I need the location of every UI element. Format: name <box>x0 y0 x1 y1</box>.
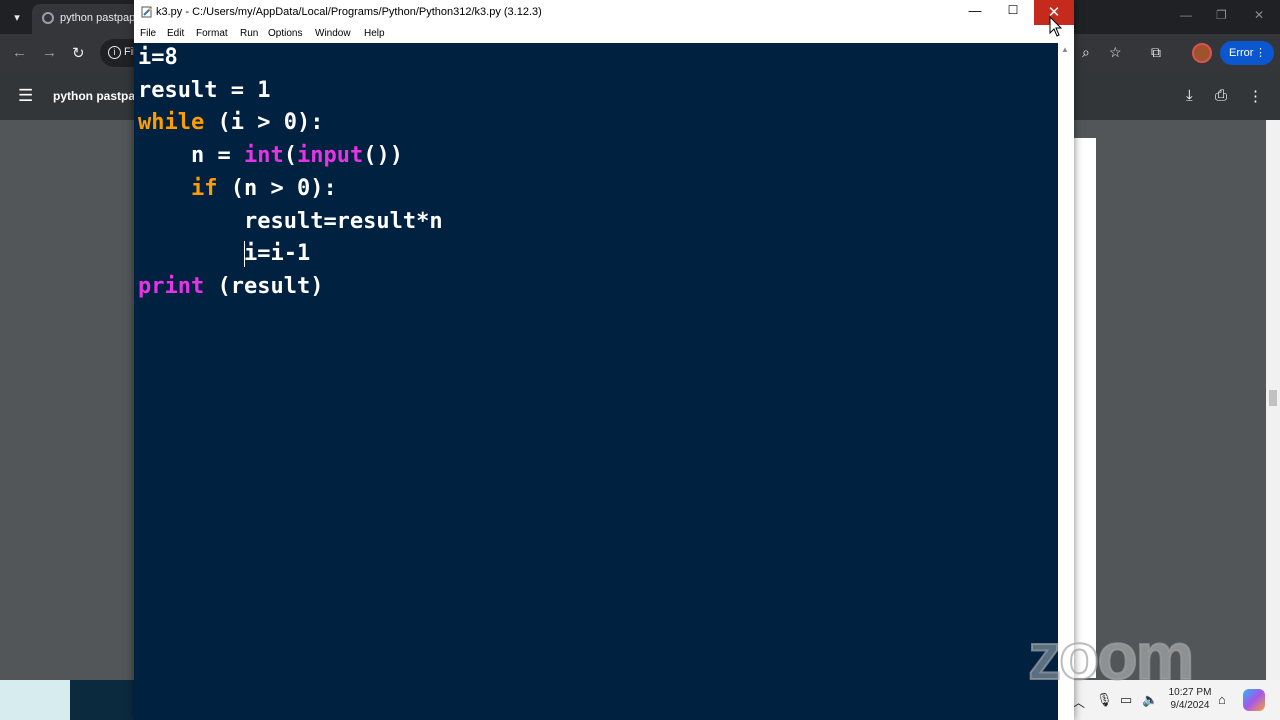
code-token: i=8 <box>138 45 178 70</box>
keyword-token: if <box>190 175 218 201</box>
idle-editor-window: k3.py - C:/Users/my/AppData/Local/Progra… <box>134 0 1074 720</box>
code-token: n = <box>190 143 244 169</box>
notification-icon[interactable]: ⌂ <box>1218 692 1226 707</box>
idle-menu-bar: File Edit Format Run Options Window Help <box>134 25 1074 43</box>
clock-date: 9/4/2024 <box>1170 700 1210 711</box>
menu-run[interactable]: Run <box>240 28 258 39</box>
code-token: i=i-1 <box>243 241 311 267</box>
minimize-icon[interactable]: — <box>960 3 990 23</box>
idle-title-bar[interactable]: k3.py - C:/Users/my/AppData/Local/Progra… <box>134 0 1074 25</box>
error-label: Error <box>1229 47 1254 59</box>
code-line[interactable]: while (i > 0): <box>138 108 323 138</box>
code-editor[interactable]: i=8 result = 1 while (i > 0): n = int(inpu… <box>134 43 1058 720</box>
taskbar-widget[interactable] <box>0 680 70 720</box>
network-icon[interactable]: ▭ <box>1120 692 1132 708</box>
chrome-close-icon[interactable]: ✕ <box>1254 8 1264 22</box>
keyword-token: while <box>138 110 205 136</box>
code-token: ( <box>283 143 297 169</box>
chrome-minimize-icon[interactable]: — <box>1180 8 1192 22</box>
code-line[interactable]: i=i-1 <box>138 239 310 269</box>
window-title: k3.py - C:/Users/my/AppData/Local/Progra… <box>156 6 542 18</box>
code-token: ()) <box>363 143 403 169</box>
mouse-pointer-icon <box>1049 16 1063 37</box>
copilot-icon[interactable] <box>1243 689 1265 711</box>
menu-options[interactable]: Options <box>268 28 302 39</box>
error-button[interactable]: Error ⋮ <box>1220 41 1274 65</box>
download-icon[interactable]: ⤓ <box>1186 87 1193 104</box>
speaker-icon[interactable]: 🔈 <box>1142 692 1158 708</box>
menu-window[interactable]: Window <box>315 28 351 39</box>
more-vert-icon[interactable]: ⋮ <box>1248 87 1263 105</box>
pdf-page <box>1072 138 1096 678</box>
python-file-icon <box>141 6 152 18</box>
builtin-token: print <box>138 273 205 299</box>
back-arrow-icon[interactable]: ← <box>12 44 27 61</box>
print-icon[interactable]: ⎙ <box>1215 87 1227 104</box>
hamburger-menu-icon[interactable]: ☰ <box>18 86 33 106</box>
code-line[interactable]: result=result*n <box>138 207 443 237</box>
code-line[interactable]: n = int(input()) <box>138 141 403 171</box>
scroll-up-arrow-icon[interactable]: ▲ <box>1061 45 1069 54</box>
menu-edit[interactable]: Edit <box>167 28 184 39</box>
code-token: (i > 0): <box>204 110 324 136</box>
code-token: result = 1 <box>138 77 271 103</box>
code-token: result=result*n <box>243 208 443 234</box>
tab-search-chevron-icon[interactable]: ▾ <box>6 7 28 27</box>
scrollbar-thumb[interactable] <box>1269 390 1277 406</box>
maximize-icon[interactable]: ☐ <box>998 3 1028 23</box>
menu-file[interactable]: File <box>140 28 156 39</box>
forward-arrow-icon[interactable]: → <box>42 44 57 61</box>
zoom-magnifier-icon[interactable]: ⌕ <box>1082 44 1090 61</box>
pdf-document-title: python pastpap <box>53 89 143 103</box>
extensions-puzzle-icon[interactable]: ⧉ <box>1151 44 1161 61</box>
code-token: (result) <box>204 273 324 299</box>
code-line[interactable]: print (result) <box>138 272 323 302</box>
menu-help[interactable]: Help <box>364 28 385 39</box>
chrome-restore-icon[interactable]: ❐ <box>1216 8 1227 22</box>
taskbar-app-thumbnail[interactable] <box>70 680 134 720</box>
info-icon[interactable]: i <box>108 46 121 59</box>
code-line[interactable]: result = 1 <box>138 76 270 106</box>
profile-avatar[interactable] <box>1192 43 1212 63</box>
builtin-token: input <box>296 143 364 169</box>
pdf-scrollbar[interactable] <box>1266 120 1280 680</box>
reload-icon[interactable]: ↻ <box>72 44 85 62</box>
builtin-token: int <box>243 143 284 169</box>
code-token: (n > 0): <box>217 175 337 201</box>
menu-format[interactable]: Format <box>196 28 228 39</box>
zoom-watermark: zoom <box>1027 618 1195 694</box>
code-line[interactable]: i=8 <box>138 43 178 73</box>
bookmark-star-icon[interactable]: ☆ <box>1109 44 1122 61</box>
code-line[interactable]: if (n > 0): <box>138 174 337 204</box>
more-vert-icon[interactable]: ⋮ <box>1255 41 1266 65</box>
globe-icon <box>42 12 54 24</box>
microphone-icon[interactable]: 🎙 <box>1096 692 1113 708</box>
